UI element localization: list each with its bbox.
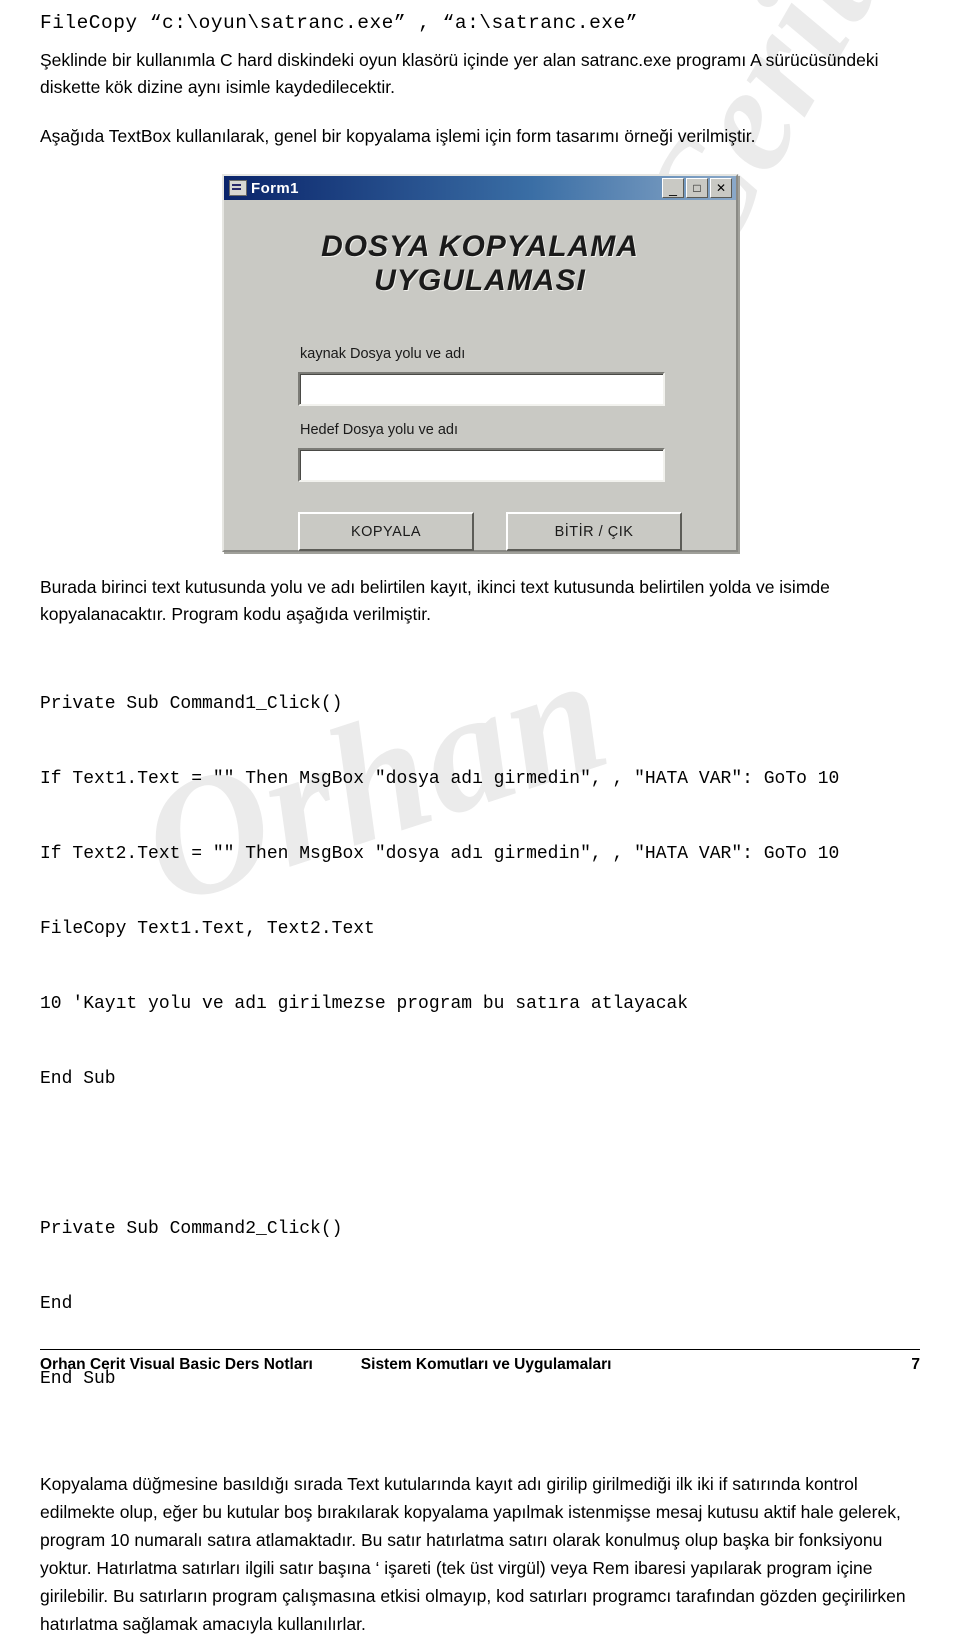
- page-footer: Orhan Cerit Visual Basic Ders Notları Si…: [40, 1349, 920, 1374]
- code-line: If Text1.Text = "" Then MsgBox "dosya ad…: [40, 769, 840, 789]
- form-window-icon: [229, 180, 247, 196]
- code-line: End: [40, 1294, 73, 1314]
- close-icon: ✕: [715, 181, 727, 195]
- footer-middle-text: Sistem Komutları ve Uygulamaları: [360, 1356, 612, 1373]
- label-source-path: kaynak Dosya yolu ve adı: [300, 346, 466, 362]
- paragraph-2: Aşağıda TextBox kullanılarak, genel bir …: [40, 126, 756, 146]
- code-spacer: [40, 1142, 920, 1167]
- maximize-button[interactable]: □: [686, 178, 708, 198]
- copy-button[interactable]: KOPYALA: [298, 512, 474, 551]
- code-line: Private Sub Command1_Click(): [40, 694, 343, 714]
- code-block-command2: Private Sub Command2_Click() End End Sub: [40, 1167, 920, 1442]
- form-heading-line2: UYGULAMASI: [374, 264, 586, 297]
- minimize-button[interactable]: _: [662, 178, 684, 198]
- filecopy-code-heading: FileCopy “c:\oyun\satranc.exe” , “a:\sat…: [40, 12, 638, 34]
- vb-form-titlebar: Form1 _ □ ✕: [224, 176, 736, 200]
- footer-page-number: 7: [911, 1356, 920, 1373]
- vb-form-title: Form1: [251, 179, 299, 197]
- code-line: End Sub: [40, 1069, 116, 1089]
- form-heading: DOSYA KOPYALAMA UYGULAMASI: [224, 200, 736, 298]
- document-page: Cerit Orhan FileCopy “c:\oyun\satranc.ex…: [0, 0, 960, 1634]
- vb-form-window: Form1 _ □ ✕ DOSYA KOPYALAMA UYGULAMASI k…: [222, 174, 738, 552]
- exit-button[interactable]: BİTİR / ÇIK: [506, 512, 682, 551]
- label-target-path: Hedef Dosya yolu ve adı: [300, 422, 458, 438]
- textbox-source-path[interactable]: [298, 372, 665, 406]
- vb-form-canvas: DOSYA KOPYALAMA UYGULAMASI kaynak Dosya …: [224, 200, 736, 551]
- form-heading-line1: DOSYA KOPYALAMA: [321, 230, 639, 263]
- footer-left-text: Orhan Cerit Visual Basic Ders Notları: [40, 1356, 313, 1373]
- textbox-target-path[interactable]: [298, 448, 665, 482]
- vb-form-figure: Form1 _ □ ✕ DOSYA KOPYALAMA UYGULAMASI k…: [40, 174, 920, 552]
- paragraph-3: Burada birinci text kutusunda yolu ve ad…: [40, 577, 830, 624]
- code-line: FileCopy Text1.Text, Text2.Text: [40, 919, 375, 939]
- paragraph-4: Kopyalama düğmesine basıldığı sırada Tex…: [40, 1474, 906, 1634]
- paragraph-1: Şeklinde bir kullanımla C hard diskindek…: [40, 50, 879, 97]
- document-content: FileCopy “c:\oyun\satranc.exe” , “a:\sat…: [40, 0, 920, 1638]
- code-block-command1: Private Sub Command1_Click() If Text1.Te…: [40, 642, 920, 1142]
- code-line: If Text2.Text = "" Then MsgBox "dosya ad…: [40, 844, 840, 864]
- minimize-icon: _: [669, 180, 677, 196]
- window-controls: _ □ ✕: [662, 178, 733, 198]
- code-line: Private Sub Command2_Click(): [40, 1219, 343, 1239]
- close-button[interactable]: ✕: [710, 178, 732, 198]
- maximize-icon: □: [693, 181, 701, 195]
- code-line: 10 'Kayıt yolu ve adı girilmezse program…: [40, 994, 689, 1014]
